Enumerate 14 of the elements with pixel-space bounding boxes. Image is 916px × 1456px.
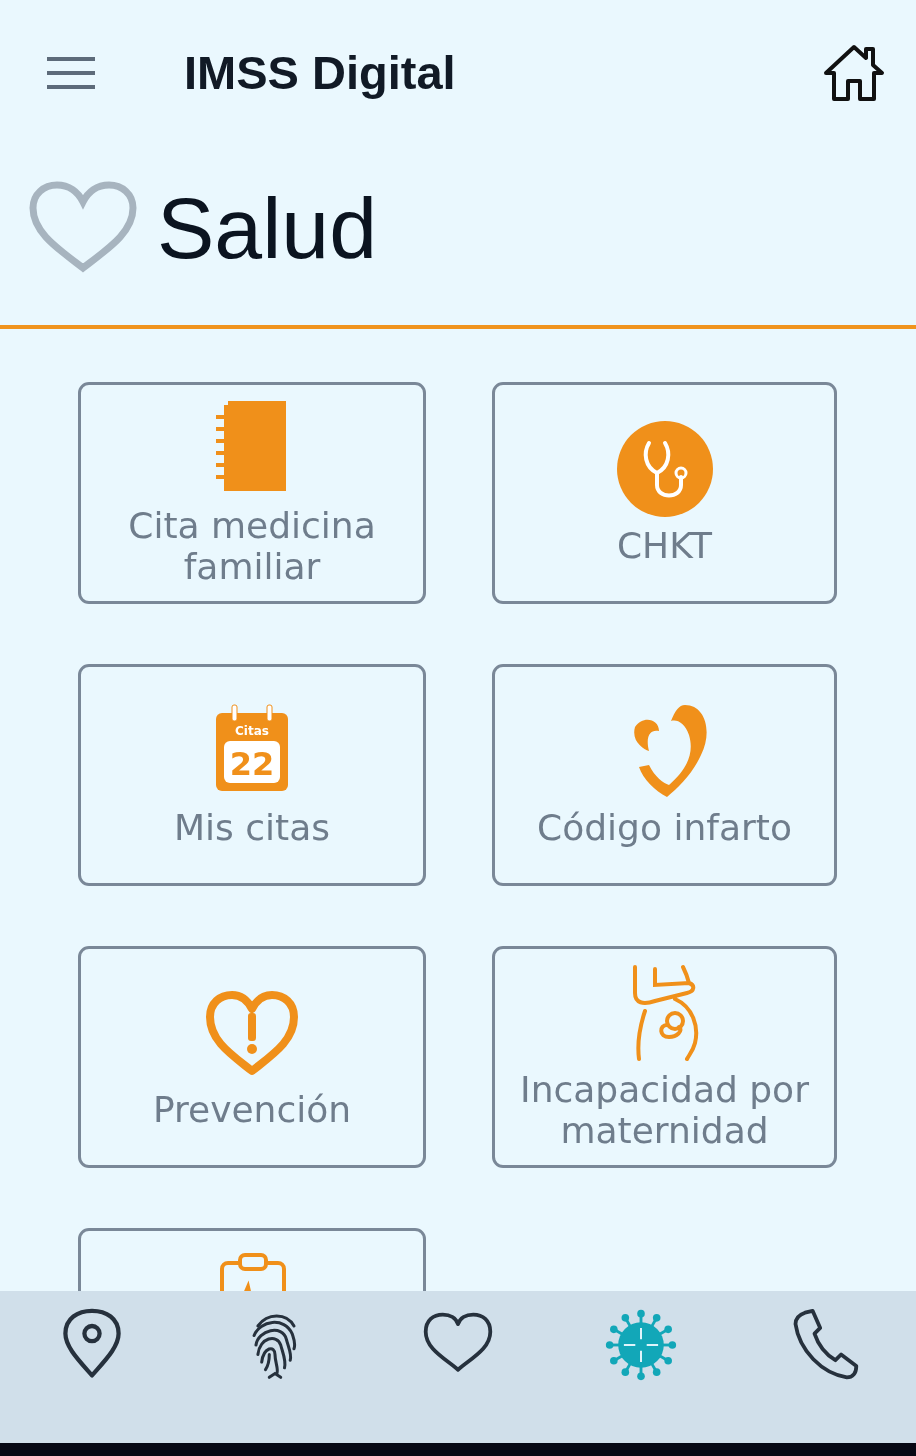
menu-card[interactable]: Citas 22 Mis citas xyxy=(78,664,426,886)
home-icon[interactable] xyxy=(822,42,886,103)
menu-card[interactable]: Código infarto xyxy=(492,664,837,886)
menu-card[interactable]: Cita medicina familiar xyxy=(78,382,426,604)
menu-button[interactable] xyxy=(46,55,96,90)
menu-card[interactable]: Prevención xyxy=(78,946,426,1168)
calendar-number: 22 xyxy=(229,745,275,784)
calendar-icon xyxy=(216,704,288,792)
stethoscope-icon xyxy=(614,419,715,520)
menu-card[interactable]: CHKT xyxy=(492,382,837,604)
calendar-caption: Citas xyxy=(235,724,269,739)
menu-card[interactable]: Incapacidad por maternidad xyxy=(492,946,837,1168)
section-title: Salud xyxy=(157,178,377,278)
app-title: IMSS Digital xyxy=(184,45,457,100)
